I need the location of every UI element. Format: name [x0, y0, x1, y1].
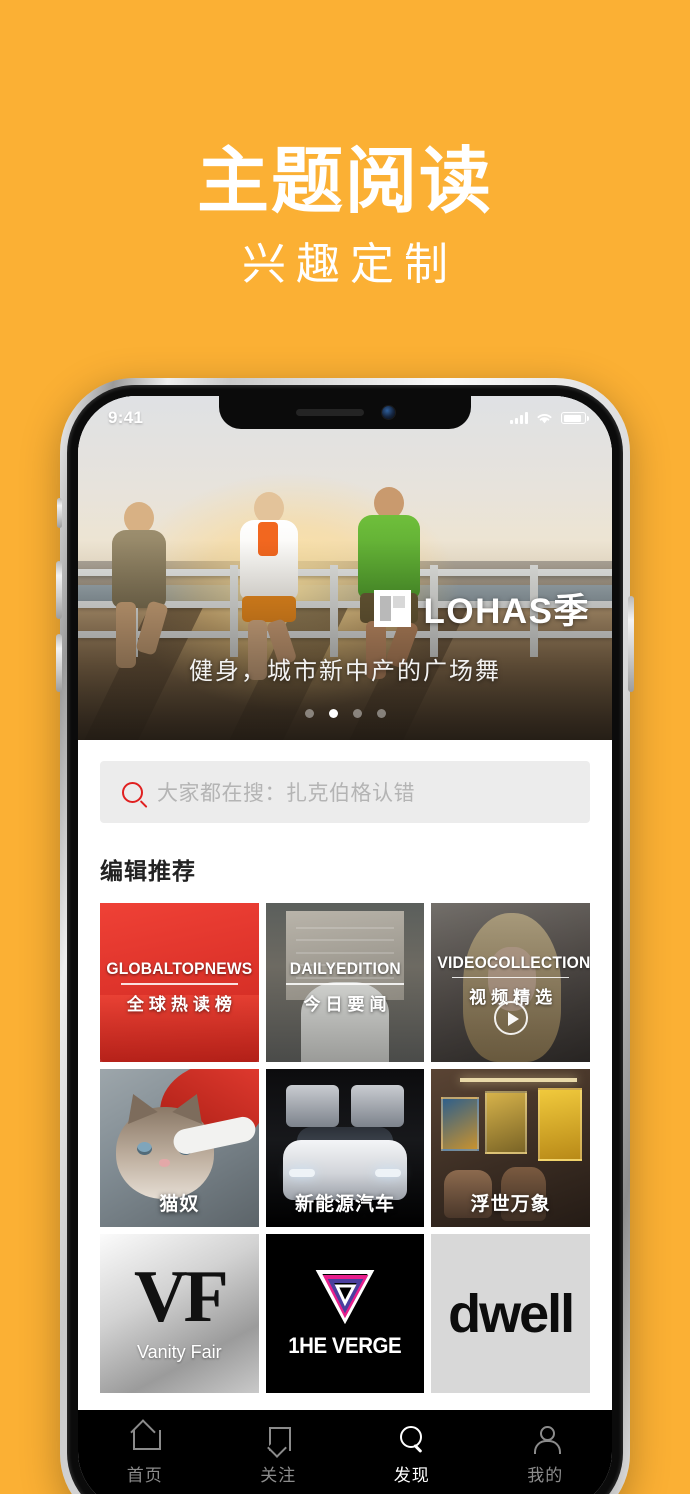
card-art-painting: [485, 1090, 527, 1155]
phone-mockup: 9:41 LOHAS季 健身，城市新中产的广场舞 大家都在搜：扎克伯格认错 编辑…: [56, 378, 634, 1494]
phone-bezel: 9:41 LOHAS季 健身，城市新中产的广场舞 大家都在搜：扎克伯格认错 编辑…: [67, 385, 623, 1494]
carousel-dot[interactable]: [376, 709, 386, 718]
tab-label: 发现: [393, 1466, 430, 1485]
tab-label: 首页: [126, 1466, 163, 1485]
status-bar: 9:41: [78, 396, 612, 436]
card-caption-en: GLOBALTOPNEWS: [106, 959, 253, 979]
card-caption: DAILYEDITION 今日要闻: [266, 960, 425, 1015]
hero-brand-title: LOHAS季: [423, 592, 590, 631]
card-caption: VIDEOCOLLECTION 视频精选: [431, 954, 590, 1009]
mute-switch-button[interactable]: [57, 498, 62, 528]
tab-label: 关注: [260, 1466, 297, 1485]
card-caption: GLOBALTOPNEWS 全球热读榜: [100, 960, 259, 1015]
bookmark-icon: [264, 1424, 292, 1452]
power-button[interactable]: [628, 596, 634, 692]
verge-triangle-logo-icon: [313, 1268, 377, 1325]
vanity-fair-logo: VF: [134, 1255, 229, 1338]
card-caption-en: DAILYEDITION: [289, 959, 401, 979]
card-world-scenes[interactable]: 浮世万象: [431, 1068, 590, 1228]
battery-icon: [561, 412, 589, 424]
phone-screen: 9:41 LOHAS季 健身，城市新中产的广场舞 大家都在搜：扎克伯格认错 编辑…: [78, 396, 612, 1494]
card-art-cat-face: [115, 1087, 215, 1199]
home-icon: [131, 1424, 161, 1452]
tab-profile[interactable]: 我的: [479, 1424, 613, 1486]
card-the-verge[interactable]: 1HE VERGE: [265, 1234, 425, 1394]
tab-following[interactable]: 关注: [212, 1424, 346, 1486]
promo-subtitle: 兴趣定制: [242, 240, 458, 289]
tab-home[interactable]: 首页: [78, 1424, 212, 1486]
status-indicators: [510, 411, 589, 425]
card-caption-cn: 浮世万象: [470, 1194, 551, 1216]
carousel-dot[interactable]: [352, 709, 362, 718]
card-cat-lovers[interactable]: 猫奴: [100, 1068, 259, 1228]
search-icon: [122, 781, 143, 803]
card-dwell[interactable]: dwell: [431, 1234, 590, 1394]
card-caption-rule: [451, 976, 570, 979]
card-vanity-fair[interactable]: VF Vanity Fair: [100, 1234, 259, 1393]
card-caption-cn: 猫奴: [159, 1194, 200, 1216]
cellular-bars-icon: [510, 412, 528, 424]
card-video-collection[interactable]: VIDEOCOLLECTION 视频精选: [431, 903, 590, 1062]
card-caption-cn: 新能源汽车: [294, 1194, 395, 1216]
card-caption-cn: 全球热读榜: [126, 994, 237, 1014]
card-caption-en: Vanity Fair: [136, 1342, 222, 1363]
wifi-icon: [537, 414, 552, 424]
card-caption-rule: [286, 983, 404, 985]
card-art-painting: [537, 1087, 583, 1161]
promo-header: 主题阅读 兴趣定制: [0, 0, 690, 291]
card-art-falcon-door: [351, 1084, 404, 1128]
tab-label: 我的: [527, 1466, 564, 1485]
hero-caption: 健身，城市新中产的广场舞: [189, 658, 501, 685]
hero-banner[interactable]: LOHAS季 健身，城市新中产的广场舞: [78, 396, 612, 740]
card-art-headlight: [289, 1168, 315, 1177]
status-clock: 9:41: [108, 408, 144, 427]
card-caption-rule: [120, 983, 239, 985]
recommendation-grid: GLOBALTOPNEWS 全球热读榜 DAILYEDITION 今日要闻 VI…: [100, 903, 590, 1394]
search-input[interactable]: 大家都在搜：扎克伯格认错: [100, 761, 590, 823]
card-art-falcon-door: [286, 1084, 339, 1128]
content-area: 大家都在搜：扎克伯格认错 编辑推荐 GLOBALTOPNEWS 全球热读榜 DA…: [78, 761, 612, 1394]
volume-up-button[interactable]: [56, 561, 62, 619]
card-art-light-tube: [459, 1078, 578, 1083]
person-icon: [531, 1424, 562, 1454]
volume-down-button[interactable]: [56, 634, 62, 692]
card-daily-edition[interactable]: DAILYEDITION 今日要闻: [265, 903, 425, 1062]
tab-discover[interactable]: 发现: [345, 1424, 479, 1486]
promo-title: 主题阅读: [196, 142, 493, 222]
search-icon: [398, 1424, 426, 1452]
card-new-energy-cars[interactable]: 新能源汽车: [265, 1068, 425, 1228]
card-global-top-news[interactable]: GLOBALTOPNEWS 全球热读榜: [100, 903, 259, 1062]
hero-brand: LOHAS季: [374, 583, 590, 634]
card-caption-en: 1HE VERGE: [288, 1333, 402, 1359]
play-button-icon[interactable]: [493, 1001, 528, 1036]
card-art-headlight: [375, 1168, 401, 1177]
section-title: 编辑推荐: [100, 858, 196, 884]
card-caption-en: VIDEOCOLLECTION: [437, 952, 590, 972]
flipboard-logo-icon: [374, 590, 412, 627]
bottom-tab-bar: 首页 关注 发现 我的: [78, 1410, 612, 1494]
carousel-dot-active[interactable]: [328, 709, 338, 718]
card-art-painting: [440, 1097, 479, 1152]
search-placeholder: 大家都在搜：扎克伯格认错: [157, 782, 415, 805]
carousel-dot[interactable]: [304, 709, 314, 718]
dwell-logo: dwell: [448, 1283, 575, 1344]
card-caption-cn: 今日要闻: [303, 994, 392, 1014]
carousel-dots[interactable]: [78, 709, 612, 718]
